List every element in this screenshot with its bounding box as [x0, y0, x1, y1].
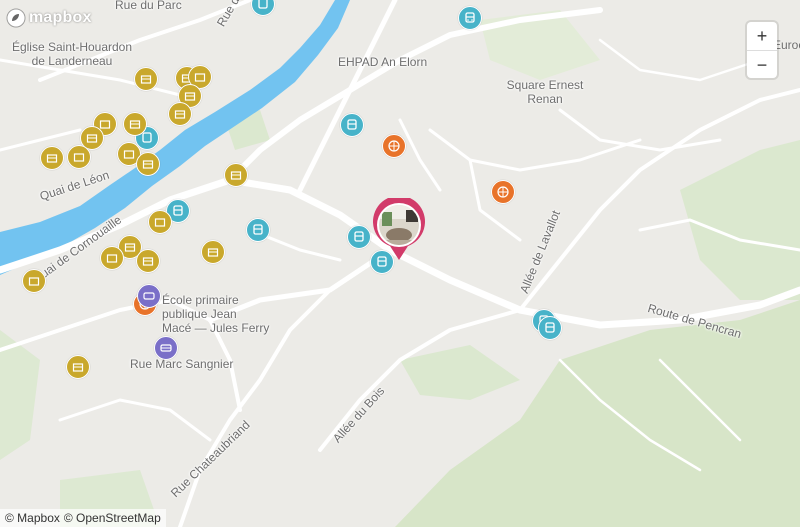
shop-icon[interactable] [168, 102, 192, 126]
place-label-edge: Euroc [773, 38, 800, 52]
attribution-osm-link[interactable]: © OpenStreetMap [64, 511, 161, 525]
basketball-icon[interactable] [382, 134, 406, 158]
location-marker[interactable] [372, 195, 426, 262]
shop-icon[interactable] [40, 146, 64, 170]
school-bus-icon[interactable] [137, 284, 161, 308]
map-canvas[interactable]: Rue du Parc Rue de la Église Saint-Houar… [0, 0, 800, 527]
place-label-ehpad: EHPAD An Elorn [338, 55, 428, 69]
street-label: Rue Marc Sangnier [130, 357, 234, 371]
zoom-out-button[interactable]: − [747, 50, 777, 79]
shop-icon[interactable] [224, 163, 248, 187]
place-label-square: Square Ernest Renan [506, 78, 584, 106]
shop-icon[interactable] [22, 269, 46, 293]
shop-icon[interactable] [100, 246, 124, 270]
shop-icon[interactable] [67, 145, 91, 169]
shop-icon[interactable] [66, 355, 90, 379]
zoom-in-button[interactable]: + [747, 22, 777, 50]
street-label: Rue du Parc [115, 0, 182, 12]
attribution: © Mapbox © OpenStreetMap [0, 509, 166, 527]
zoom-control: + − [747, 22, 777, 78]
shop-icon[interactable] [201, 240, 225, 264]
shop-icon[interactable] [134, 67, 158, 91]
bus-icon[interactable] [347, 225, 371, 249]
basketball-icon[interactable] [491, 180, 515, 204]
bus-icon[interactable] [538, 316, 562, 340]
photo-pin-icon [373, 195, 425, 260]
mapbox-logo-text: mapbox [29, 9, 92, 26]
place-label-church: Église Saint-Houardon de Landerneau [11, 40, 133, 68]
place-label-school: École primaire publique Jean Macé — Jule… [162, 293, 270, 335]
mapbox-logo[interactable]: mapbox [6, 8, 92, 28]
shop-icon[interactable] [148, 210, 172, 234]
bus-icon[interactable] [340, 113, 364, 137]
shop-icon[interactable] [136, 249, 160, 273]
bus-icon[interactable] [246, 218, 270, 242]
shop-icon[interactable] [136, 152, 160, 176]
attribution-mapbox-link[interactable]: © Mapbox [5, 511, 60, 525]
bus-icon[interactable] [458, 6, 482, 30]
shop-icon[interactable] [123, 112, 147, 136]
school-bus-icon[interactable] [154, 336, 178, 360]
mapbox-logo-icon [6, 8, 26, 28]
